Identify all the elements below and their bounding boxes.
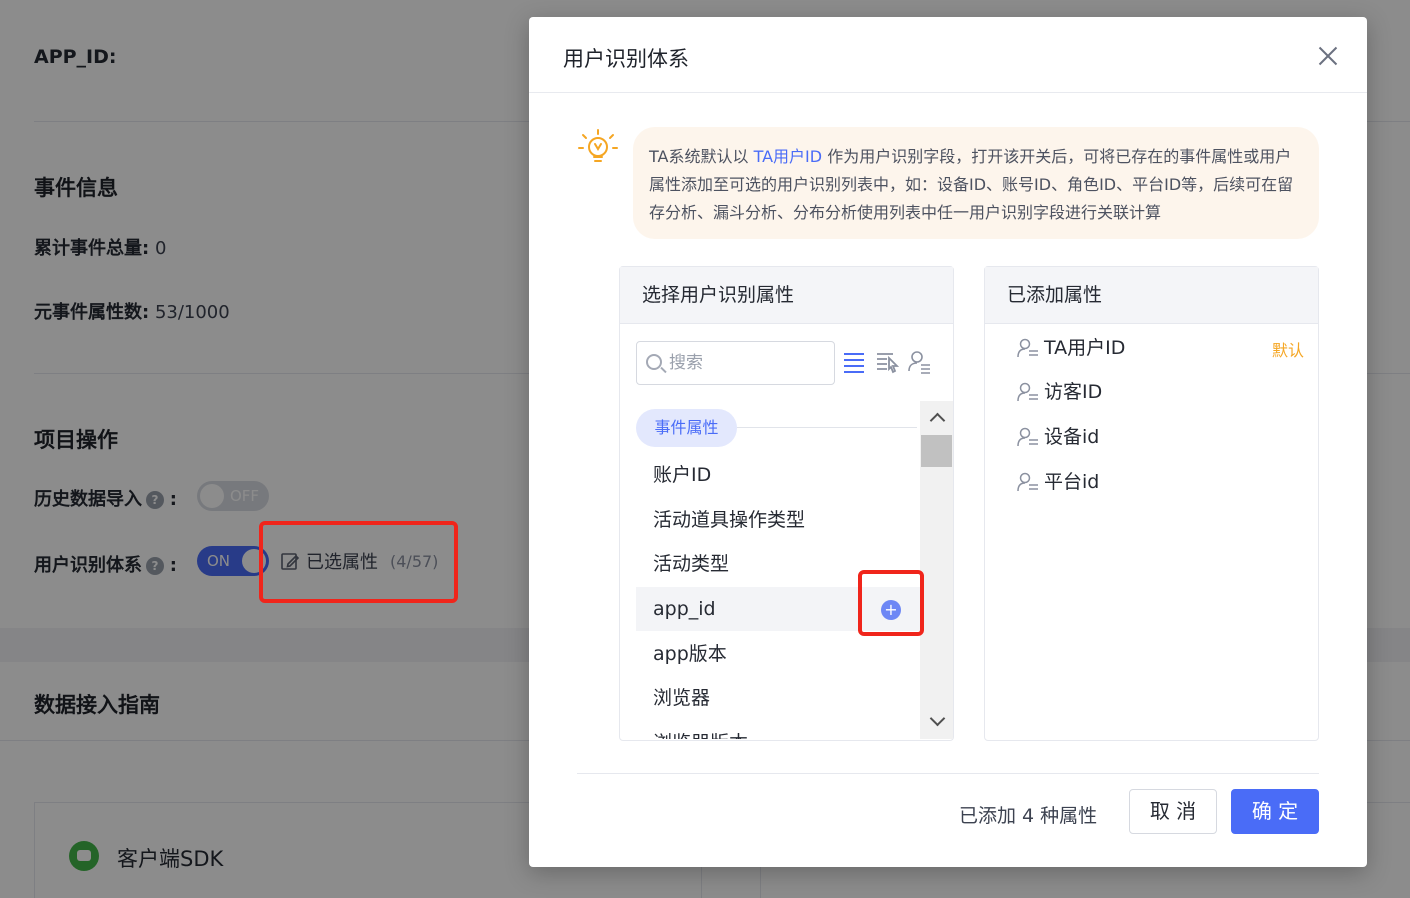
tip-highlight: TA用户ID xyxy=(753,147,823,166)
user-icon xyxy=(1017,427,1038,447)
list-item[interactable]: 账户ID xyxy=(636,453,920,497)
search-box[interactable] xyxy=(636,341,835,385)
added-item: 设备id xyxy=(1017,422,1317,452)
footer-divider xyxy=(577,773,1319,774)
modal-title: 用户识别体系 xyxy=(563,47,689,71)
search-input[interactable] xyxy=(669,350,829,376)
list-item[interactable]: 浏览器版本 xyxy=(636,721,920,739)
user-icon xyxy=(1017,472,1038,492)
select-attrs-panel: 选择用户识别属性 事件属性 账户ID 活动道具操作类型 活动类型 app_id … xyxy=(619,266,954,741)
scroll-thumb[interactable] xyxy=(921,435,952,467)
default-tag: 默认 xyxy=(1271,341,1304,360)
added-item: 平台id xyxy=(1017,467,1317,497)
annotation-highlight-box xyxy=(259,521,458,603)
added-item-label: 平台id xyxy=(1044,471,1100,493)
added-attrs-panel: 已添加属性 TA用户ID 默认 访客ID 设备id 平台id xyxy=(984,266,1319,741)
user-icon xyxy=(1017,382,1038,402)
group-divider xyxy=(737,427,917,428)
tip-text-before: TA系统默认以 xyxy=(649,147,754,166)
added-item-label: TA用户ID xyxy=(1044,337,1126,359)
close-icon[interactable] xyxy=(1317,45,1339,67)
tip-message: TA系统默认以 TA用户ID 作为用户识别字段，打开该开关后，可将已存在的事件属… xyxy=(633,127,1319,239)
list-icon[interactable] xyxy=(842,349,866,375)
scroll-up-button[interactable] xyxy=(920,401,953,435)
added-item: 访客ID xyxy=(1017,377,1317,407)
modal-header: 用户识别体系 xyxy=(529,17,1367,93)
ok-button[interactable]: 确 定 xyxy=(1231,789,1319,834)
added-item-label: 访客ID xyxy=(1044,381,1103,403)
added-item-label: 设备id xyxy=(1044,426,1100,448)
scroll-down-button[interactable] xyxy=(920,705,953,739)
list-item[interactable]: 浏览器 xyxy=(636,676,920,720)
annotation-highlight-box xyxy=(858,570,924,636)
user-id-system-modal: 用户识别体系 TA系统默认以 TA用户ID 作为用户识别字段，打开该开关后，可将… xyxy=(529,17,1367,867)
user-attr-icon[interactable] xyxy=(908,349,932,375)
select-attrs-title: 选择用户识别属性 xyxy=(620,267,953,324)
search-icon xyxy=(646,354,662,370)
added-attrs-title: 已添加属性 xyxy=(985,267,1318,324)
select-all-icon[interactable] xyxy=(875,349,899,375)
user-icon xyxy=(1017,338,1038,358)
list-item[interactable]: 活动道具操作类型 xyxy=(636,498,920,542)
list-scrollbar[interactable] xyxy=(920,401,953,739)
cancel-button[interactable]: 取 消 xyxy=(1129,789,1217,834)
list-item[interactable]: app版本 xyxy=(636,632,920,676)
added-count-text: 已添加 4 种属性 xyxy=(959,805,1098,827)
group-event-attrs[interactable]: 事件属性 xyxy=(636,409,737,447)
bulb-icon xyxy=(578,129,618,162)
list-item-label: app_id xyxy=(653,598,716,620)
